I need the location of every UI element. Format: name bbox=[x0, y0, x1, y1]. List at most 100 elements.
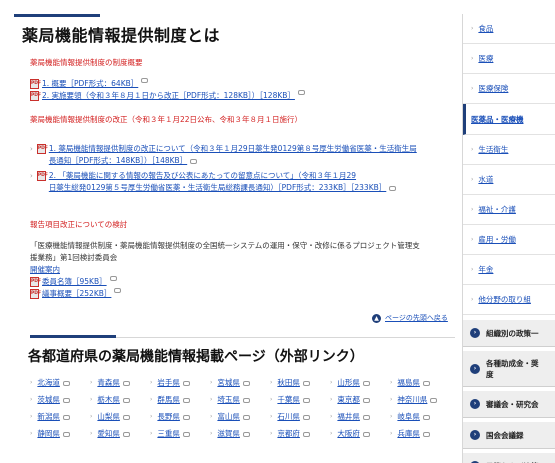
prefecture-label[interactable]: 新潟県 bbox=[37, 410, 60, 424]
prefecture-label[interactable]: 静岡県 bbox=[37, 427, 60, 441]
prefecture-label[interactable]: 神奈川県 bbox=[397, 393, 427, 407]
doc-link-overview[interactable]: PDF 1. 概要［PDF形式：64KB］ bbox=[30, 78, 149, 90]
sidebar-item[interactable]: › 食品 bbox=[463, 14, 555, 44]
doc-link-label[interactable]: 委員名簿［95KB］ bbox=[42, 276, 107, 288]
sidebar-item[interactable]: › 福祉・介護 bbox=[463, 195, 555, 225]
back-to-top-label[interactable]: ページの先頭へ戻る bbox=[385, 313, 448, 323]
prefecture-label[interactable]: 長野県 bbox=[157, 410, 180, 424]
prefecture-label[interactable]: 栃木県 bbox=[97, 393, 120, 407]
prefecture-link[interactable]: › 神奈川県 bbox=[390, 393, 450, 407]
sidebar-item-label[interactable]: 医療 bbox=[478, 53, 493, 64]
prefecture-link[interactable]: › 兵庫県 bbox=[390, 427, 450, 441]
prefecture-label[interactable]: 三重県 bbox=[157, 427, 180, 441]
prefecture-label[interactable]: 北海道 bbox=[37, 376, 60, 390]
prefecture-link[interactable]: › 新潟県 bbox=[30, 410, 90, 424]
sidebar-item-label[interactable]: 年金 bbox=[478, 264, 493, 275]
doc-link-label[interactable]: 議事概要［252KB］ bbox=[42, 288, 111, 300]
sidebar-section-label: 各種助成金・奨 bbox=[486, 358, 539, 368]
prefecture-link[interactable]: › 茨城県 bbox=[30, 393, 90, 407]
doc-link-label-line2[interactable]: 日薬生総発0129第５号厚生労働省医薬・生活衛生局総務課長通知）［PDF形式：2… bbox=[49, 183, 386, 192]
prefecture-link[interactable]: › 福井県 bbox=[330, 410, 390, 424]
sidebar-section-button[interactable]: › 組織別の政策一 bbox=[463, 320, 555, 347]
sidebar-item[interactable]: › 生活衛生 bbox=[463, 135, 555, 165]
sidebar-item-label[interactable]: 雇用・労働 bbox=[478, 234, 516, 245]
prefecture-label[interactable]: 山形県 bbox=[337, 376, 360, 390]
sidebar-section-button[interactable]: › 国会会議録 bbox=[463, 422, 555, 449]
prefecture-label[interactable]: 福井県 bbox=[337, 410, 360, 424]
back-to-top-link[interactable]: ▲ ページの先頭へ戻る bbox=[372, 313, 448, 323]
sidebar-section-button[interactable]: ›予算および決算 bbox=[463, 453, 555, 463]
prefecture-link[interactable]: › 宮城県 bbox=[210, 376, 270, 390]
doc-link-label-line1[interactable]: 1. 薬局機能情報提供制度の改正について（令和３年１月29日薬生発0129第８号… bbox=[49, 144, 417, 153]
prefecture-label[interactable]: 滋賀県 bbox=[217, 427, 240, 441]
prefecture-label[interactable]: 群馬県 bbox=[157, 393, 180, 407]
doc-link-label-line1[interactable]: 2. 「薬局機能に関する情報の報告及び公表にあたっての留意点について」（令和３年… bbox=[49, 171, 356, 180]
prefecture-link[interactable]: › 岩手県 bbox=[150, 376, 210, 390]
sidebar-item-label[interactable]: 食品 bbox=[478, 23, 493, 34]
prefecture-label[interactable]: 千葉県 bbox=[277, 393, 300, 407]
doc-link-guidelines[interactable]: PDF 2. 実施要領（令和３年８月１日から改正［PDF形式：128KB］）［1… bbox=[30, 90, 305, 102]
doc-link-label[interactable]: 2. 実施要領（令和３年８月１日から改正［PDF形式：128KB］）［128KB… bbox=[42, 90, 295, 102]
doc-link-revision-2[interactable]: › PDF 2. 「薬局機能に関する情報の報告及び公表にあたっての留意点について… bbox=[30, 170, 450, 194]
prefecture-label[interactable]: 岩手県 bbox=[157, 376, 180, 390]
prefecture-link[interactable]: › 群馬県 bbox=[150, 393, 210, 407]
prefecture-link[interactable]: › 静岡県 bbox=[30, 427, 90, 441]
prefecture-link[interactable]: › 京都府 bbox=[270, 427, 330, 441]
prefecture-label[interactable]: 宮城県 bbox=[217, 376, 240, 390]
prefecture-label[interactable]: 石川県 bbox=[277, 410, 300, 424]
prefecture-label[interactable]: 山梨県 bbox=[97, 410, 120, 424]
meeting-notice-label[interactable]: 開催案内 bbox=[30, 265, 60, 274]
sidebar-item[interactable]: › 雇用・労働 bbox=[463, 225, 555, 255]
sidebar-item[interactable]: › 医療 bbox=[463, 44, 555, 74]
prefecture-link[interactable]: › 山梨県 bbox=[90, 410, 150, 424]
sidebar-item-label[interactable]: 他分野の取り組 bbox=[478, 294, 531, 305]
sidebar-item-label[interactable]: 生活衛生 bbox=[478, 144, 508, 155]
prefecture-link[interactable]: › 福島県 bbox=[390, 376, 450, 390]
prefecture-link[interactable]: › 栃木県 bbox=[90, 393, 150, 407]
prefecture-link[interactable]: › 北海道 bbox=[30, 376, 90, 390]
doc-link-minutes[interactable]: PDF 議事概要［252KB］ bbox=[30, 288, 122, 300]
sidebar-item-label[interactable]: 水道 bbox=[478, 174, 493, 185]
prefecture-link[interactable]: › 石川県 bbox=[270, 410, 330, 424]
prefecture-link[interactable]: › 三重県 bbox=[150, 427, 210, 441]
prefecture-link[interactable]: › 東京都 bbox=[330, 393, 390, 407]
sidebar-item-label[interactable]: 医療保険 bbox=[478, 83, 508, 94]
sidebar-item-label[interactable]: 医薬品・医療機 bbox=[471, 114, 524, 125]
prefecture-link[interactable]: › 秋田県 bbox=[270, 376, 330, 390]
sidebar-item[interactable]: › 他分野の取り組 bbox=[463, 285, 555, 315]
sidebar-section-button[interactable]: › 審議会・研究会 bbox=[463, 391, 555, 418]
doc-link-revision-1[interactable]: › PDF 1. 薬局機能情報提供制度の改正について（令和３年１月29日薬生発0… bbox=[30, 143, 450, 167]
doc-link-label[interactable]: 1. 概要［PDF形式：64KB］ bbox=[42, 78, 138, 90]
prefecture-label[interactable]: 埼玉県 bbox=[217, 393, 240, 407]
meeting-notice-link[interactable]: 開催案内 bbox=[30, 264, 60, 276]
prefecture-label[interactable]: 兵庫県 bbox=[397, 427, 420, 441]
prefecture-link[interactable]: › 山形県 bbox=[330, 376, 390, 390]
prefecture-label[interactable]: 青森県 bbox=[97, 376, 120, 390]
doc-link-label-line2[interactable]: 長通知［PDF形式：148KB］）［148KB］ bbox=[49, 156, 187, 165]
prefecture-link[interactable]: › 大阪府 bbox=[330, 427, 390, 441]
doc-link-members[interactable]: PDF 委員名簿［95KB］ bbox=[30, 276, 117, 288]
prefecture-label[interactable]: 茨城県 bbox=[37, 393, 60, 407]
prefecture-link[interactable]: › 青森県 bbox=[90, 376, 150, 390]
sidebar-item-label[interactable]: 福祉・介護 bbox=[478, 204, 516, 215]
sidebar-section-button[interactable]: › 各種助成金・奨度 bbox=[463, 351, 555, 387]
prefecture-label[interactable]: 福島県 bbox=[397, 376, 420, 390]
prefecture-link[interactable]: › 岐阜県 bbox=[390, 410, 450, 424]
prefecture-label[interactable]: 秋田県 bbox=[277, 376, 300, 390]
prefecture-link[interactable]: › 長野県 bbox=[150, 410, 210, 424]
sidebar-item[interactable]: 医薬品・医療機 bbox=[463, 104, 555, 135]
prefecture-link[interactable]: › 埼玉県 bbox=[210, 393, 270, 407]
prefecture-link[interactable]: › 富山県 bbox=[210, 410, 270, 424]
prefecture-link[interactable]: › 千葉県 bbox=[270, 393, 330, 407]
prefecture-label[interactable]: 東京都 bbox=[337, 393, 360, 407]
prefecture-label[interactable]: 岐阜県 bbox=[397, 410, 420, 424]
prefecture-label[interactable]: 愛知県 bbox=[97, 427, 120, 441]
prefecture-label[interactable]: 京都府 bbox=[277, 427, 300, 441]
sidebar-item[interactable]: › 水道 bbox=[463, 165, 555, 195]
sidebar-item[interactable]: › 医療保険 bbox=[463, 74, 555, 104]
prefecture-label[interactable]: 大阪府 bbox=[337, 427, 360, 441]
prefecture-label[interactable]: 富山県 bbox=[217, 410, 240, 424]
prefecture-link[interactable]: › 滋賀県 bbox=[210, 427, 270, 441]
sidebar-item[interactable]: › 年金 bbox=[463, 255, 555, 285]
prefecture-link[interactable]: › 愛知県 bbox=[90, 427, 150, 441]
